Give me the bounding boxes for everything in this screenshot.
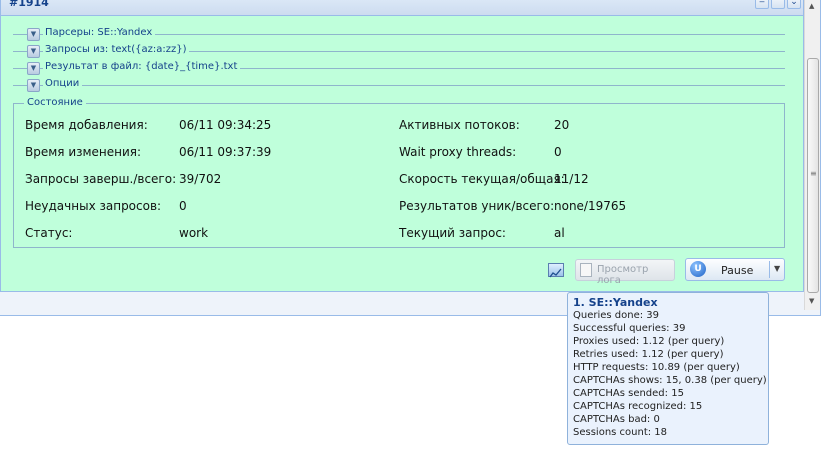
- chevron-down-icon[interactable]: ▼: [27, 45, 40, 58]
- state-value-threads: 20: [554, 118, 570, 132]
- restore-icon[interactable]: ⌄: [787, 0, 801, 9]
- state-label-modified: Время изменения:: [25, 145, 142, 159]
- collapse-icon[interactable]: ⌃: [771, 0, 785, 9]
- view-log-button[interactable]: Просмотр лога: [575, 259, 675, 286]
- tooltip-line: CAPTCHAs shows: 15, 0.38 (per query): [573, 375, 767, 386]
- state-label-results: Результатов уник/всего:: [399, 199, 555, 213]
- task-window: #1914 ‒ ⌃ ⌄ ▼ Парсеры: SE::Yandex ▼ Запр…: [0, 0, 821, 316]
- pause-logo-icon: U: [690, 261, 706, 277]
- task-panel: #1914 ‒ ⌃ ⌄ ▼ Парсеры: SE::Yandex ▼ Запр…: [0, 0, 804, 292]
- panel-title: #1914: [9, 0, 49, 9]
- grip-icon: ≡: [810, 169, 817, 178]
- state-value-status: work: [179, 226, 209, 240]
- panel-header: #1914 ‒ ⌃ ⌄: [1, 0, 803, 16]
- document-icon: [580, 263, 592, 277]
- chevron-down-icon[interactable]: ▼: [27, 62, 40, 75]
- section-result-file[interactable]: ▼ Результат в файл: {date}_{time}.txt: [13, 61, 785, 75]
- state-value-failed: 0: [179, 199, 187, 213]
- tooltip-line: Queries done: 39: [573, 310, 660, 321]
- pause-button[interactable]: U Pause ▼: [685, 258, 785, 281]
- state-label-current-query: Текущий запрос:: [399, 226, 506, 240]
- state-label-status: Статус:: [25, 226, 73, 240]
- chevron-down-icon[interactable]: ▼: [774, 264, 780, 273]
- view-log-label: Просмотр лога: [597, 264, 649, 286]
- divider: [13, 85, 785, 86]
- tooltip-line: HTTP requests: 10.89 (per query): [573, 362, 740, 373]
- section-parsers[interactable]: ▼ Парсеры: SE::Yandex: [13, 27, 785, 41]
- pause-label: Pause: [721, 264, 754, 277]
- tooltip-line: Proxies used: 1.12 (per query): [573, 336, 725, 347]
- section-label: Парсеры: SE::Yandex: [43, 27, 156, 38]
- state-fieldset: Состояние Время добавления: 06/11 09:34:…: [13, 97, 785, 248]
- section-label: Опции: [43, 78, 83, 89]
- scroll-up-icon[interactable]: ▲: [809, 2, 814, 10]
- tooltip-line: Retries used: 1.12 (per query): [573, 349, 724, 360]
- divider: [769, 261, 770, 278]
- state-label-failed: Неудачных запросов:: [25, 199, 162, 213]
- state-value-current-query: al: [554, 226, 565, 240]
- vertical-scrollbar[interactable]: ▲ ≡ ▼: [804, 0, 820, 310]
- state-label-threads: Активных потоков:: [399, 118, 520, 132]
- tooltip-title: 1. SE::Yandex: [573, 296, 658, 309]
- section-label: Запросы из: text({az:a:zz}): [43, 44, 190, 55]
- chevron-down-icon[interactable]: ▼: [27, 28, 40, 41]
- scroll-thumb[interactable]: ≡: [807, 58, 819, 293]
- state-value-results: none/19765: [554, 199, 627, 213]
- state-value-modified: 06/11 09:37:39: [179, 145, 272, 159]
- tooltip-line: CAPTCHAs bad: 0: [573, 414, 660, 425]
- minimize-icon[interactable]: ‒: [755, 0, 769, 9]
- state-value-queries: 39/702: [179, 172, 222, 186]
- tooltip-line: Sessions count: 18: [573, 427, 668, 438]
- section-options[interactable]: ▼ Опции: [13, 78, 785, 92]
- header-tools: ‒ ⌃ ⌄: [755, 0, 801, 9]
- state-label-wait-proxy: Wait proxy threads:: [399, 145, 517, 159]
- chevron-down-icon[interactable]: ▼: [27, 79, 40, 92]
- state-value-speed: 11/12: [554, 172, 589, 186]
- tooltip-line: CAPTCHAs recognized: 15: [573, 401, 703, 412]
- state-value-wait-proxy: 0: [554, 145, 562, 159]
- scroll-down-icon[interactable]: ▼: [809, 297, 814, 305]
- state-label-speed: Скорость текущая/общая:: [399, 172, 565, 186]
- tooltip-line: CAPTCHAs sended: 15: [573, 388, 684, 399]
- section-label: Результат в файл: {date}_{time}.txt: [43, 61, 241, 72]
- state-value-added: 06/11 09:34:25: [179, 118, 272, 132]
- tooltip-line: Successful queries: 39: [573, 323, 686, 334]
- state-label-queries: Запросы заверш./всего:: [25, 172, 177, 186]
- chart-icon[interactable]: [548, 263, 564, 278]
- state-label-added: Время добавления:: [25, 118, 148, 132]
- section-queries[interactable]: ▼ Запросы из: text({az:a:zz}): [13, 44, 785, 58]
- state-legend: Состояние: [24, 97, 86, 108]
- parser-stats-tooltip: 1. SE::Yandex Queries done: 39 Successfu…: [567, 292, 769, 445]
